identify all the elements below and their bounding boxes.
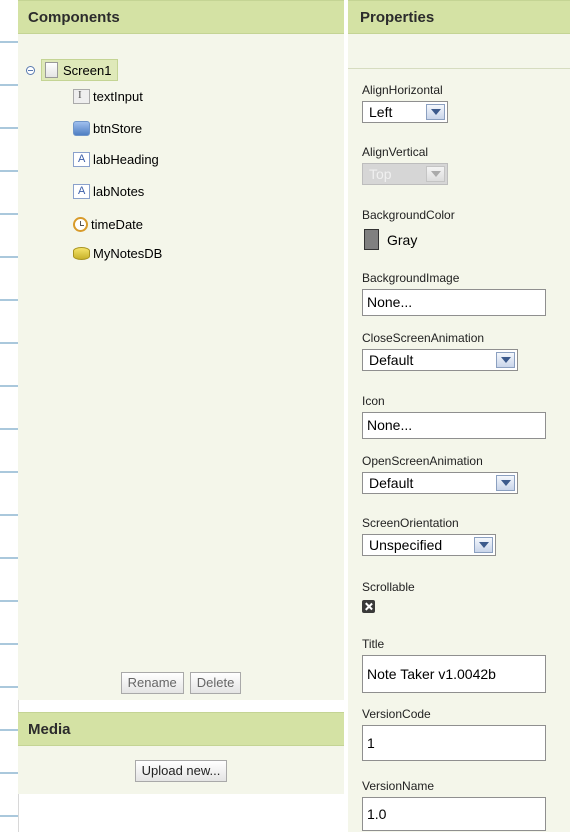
prop-align-vertical: AlignVertical Top bbox=[362, 144, 448, 185]
select-value: Default bbox=[369, 475, 414, 491]
color-swatch[interactable] bbox=[364, 229, 379, 250]
prop-label: AlignHorizontal bbox=[362, 83, 443, 97]
prop-scrollable: Scrollable bbox=[362, 579, 415, 613]
select-value: Top bbox=[369, 166, 392, 182]
properties-header: Properties bbox=[348, 0, 570, 34]
tree-item-textinput[interactable]: textInput bbox=[73, 85, 143, 107]
tree-item-label: MyNotesDB bbox=[93, 245, 163, 261]
label-icon bbox=[73, 151, 90, 167]
prop-background-image: BackgroundImage None... bbox=[362, 270, 546, 316]
media-actions: Upload new... bbox=[18, 760, 344, 782]
prop-label: OpenScreenAnimation bbox=[362, 454, 483, 468]
tree-item-btnstore[interactable]: btnStore bbox=[73, 117, 142, 139]
close-animation-select[interactable]: Default bbox=[362, 349, 518, 371]
screen-icon bbox=[45, 62, 58, 78]
tree-item-label: textInput bbox=[93, 88, 143, 104]
align-horizontal-select[interactable]: Left bbox=[362, 101, 448, 123]
select-value: Left bbox=[369, 104, 393, 120]
left-edge-strip bbox=[0, 0, 19, 832]
properties-panel: Properties AlignHorizontal Left AlignVer… bbox=[348, 0, 570, 832]
prop-label: CloseScreenAnimation bbox=[362, 331, 485, 345]
collapse-icon[interactable] bbox=[26, 65, 35, 75]
tree-root-screen1[interactable]: Screen1 bbox=[26, 58, 119, 82]
tree-item-label: btnStore bbox=[93, 120, 143, 136]
properties-subheader bbox=[348, 34, 570, 69]
prop-version-name: VersionName 1.0 bbox=[362, 778, 546, 831]
tree-item-label: labNotes bbox=[93, 183, 145, 199]
prop-icon: Icon None... bbox=[362, 393, 546, 439]
chevron-down-icon bbox=[426, 166, 445, 182]
prop-label: VersionName bbox=[362, 779, 435, 793]
screen1-node[interactable]: Screen1 bbox=[41, 59, 119, 81]
components-panel: Components Screen1 textInput btnStore la… bbox=[18, 0, 344, 700]
prop-title: Title Note Taker v1.0042b bbox=[362, 636, 546, 693]
chevron-down-icon[interactable] bbox=[474, 537, 493, 553]
prop-background-color: BackgroundColor Gray bbox=[362, 207, 455, 250]
prop-label: AlignVertical bbox=[362, 145, 429, 159]
upload-new-button[interactable]: Upload new... bbox=[134, 760, 228, 782]
prop-screen-orientation: ScreenOrientation Unspecified bbox=[362, 515, 496, 556]
button-icon bbox=[73, 120, 90, 136]
prop-version-code: VersionCode 1 bbox=[362, 706, 546, 761]
screen1-label: Screen1 bbox=[63, 62, 112, 78]
version-code-field[interactable]: 1 bbox=[362, 725, 546, 761]
prop-align-horizontal: AlignHorizontal Left bbox=[362, 82, 448, 123]
prop-label: BackgroundColor bbox=[362, 208, 455, 222]
rename-button[interactable]: Rename bbox=[120, 672, 184, 694]
tree-item-label: timeDate bbox=[91, 216, 144, 232]
color-name: Gray bbox=[387, 231, 418, 248]
version-name-field[interactable]: 1.0 bbox=[362, 797, 546, 831]
prop-label: Title bbox=[362, 637, 385, 651]
tree-item-mynotesdb[interactable]: MyNotesDB bbox=[73, 242, 162, 264]
prop-label: Icon bbox=[362, 394, 385, 408]
components-header: Components bbox=[18, 0, 344, 34]
textbox-icon bbox=[73, 88, 90, 104]
select-value: Unspecified bbox=[369, 537, 443, 553]
label-icon bbox=[73, 183, 90, 199]
prop-label: VersionCode bbox=[362, 707, 431, 721]
prop-label: Scrollable bbox=[362, 580, 415, 594]
select-value: Default bbox=[369, 352, 414, 368]
icon-field[interactable]: None... bbox=[362, 412, 546, 439]
media-panel: Media Upload new... bbox=[18, 712, 344, 794]
chevron-down-icon[interactable] bbox=[426, 104, 445, 120]
background-image-field[interactable]: None... bbox=[362, 289, 546, 316]
prop-close-screen-animation: CloseScreenAnimation Default bbox=[362, 330, 518, 371]
background-color-picker[interactable]: Gray bbox=[362, 229, 455, 250]
delete-button[interactable]: Delete bbox=[189, 672, 242, 694]
scrollable-checkbox[interactable] bbox=[362, 600, 375, 613]
prop-open-screen-animation: OpenScreenAnimation Default bbox=[362, 453, 518, 494]
chevron-down-icon[interactable] bbox=[496, 475, 515, 491]
chevron-down-icon[interactable] bbox=[496, 352, 515, 368]
screen-orientation-select[interactable]: Unspecified bbox=[362, 534, 496, 556]
prop-label: ScreenOrientation bbox=[362, 516, 459, 530]
prop-label: BackgroundImage bbox=[362, 271, 460, 285]
tree-item-labnotes[interactable]: labNotes bbox=[73, 180, 144, 202]
component-actions: Rename Delete bbox=[18, 672, 344, 694]
open-animation-select[interactable]: Default bbox=[362, 472, 518, 494]
align-vertical-select: Top bbox=[362, 163, 448, 185]
database-icon bbox=[73, 246, 90, 260]
clock-icon bbox=[73, 216, 88, 232]
tree-item-label: labHeading bbox=[93, 151, 159, 167]
tree-item-timedate[interactable]: timeDate bbox=[73, 213, 143, 235]
media-header: Media bbox=[18, 712, 344, 746]
title-field[interactable]: Note Taker v1.0042b bbox=[362, 655, 546, 693]
tree-item-labheading[interactable]: labHeading bbox=[73, 148, 159, 170]
